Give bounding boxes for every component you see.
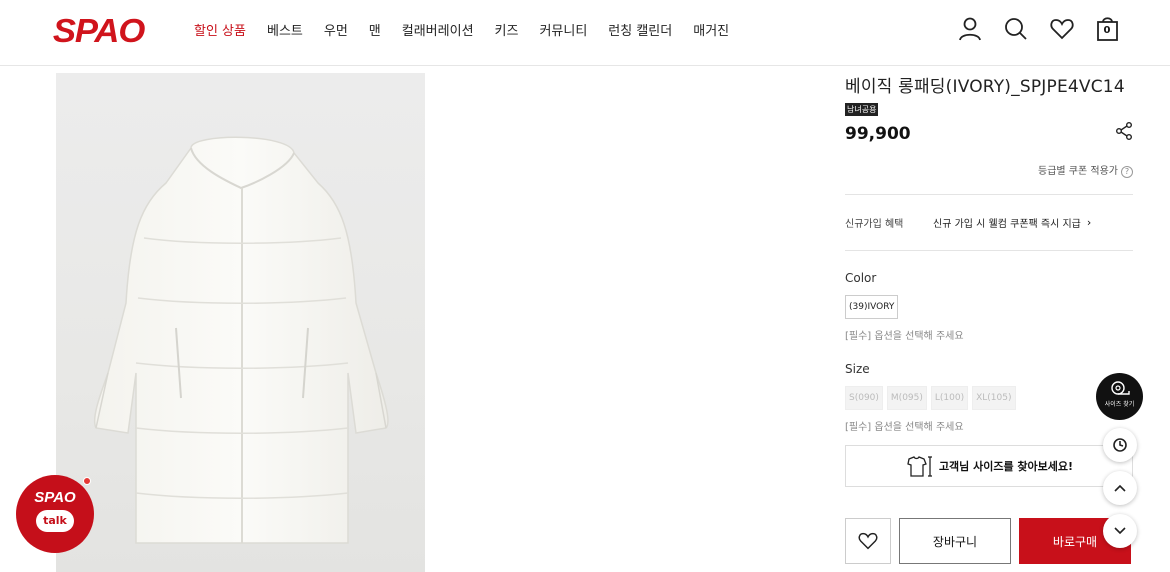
cart-icon[interactable]: 0 <box>1096 16 1120 42</box>
size-finder-button[interactable]: 고객님 사이즈를 찾아보세요! <box>845 445 1133 487</box>
talk-label: talk <box>36 510 74 532</box>
divider <box>845 250 1133 251</box>
size-finder-float-button[interactable]: 사이즈 찾기 <box>1096 373 1143 420</box>
help-icon[interactable]: ? <box>1121 166 1133 178</box>
color-option-ivory[interactable]: (39)IVORY <box>845 295 899 319</box>
chevron-up-icon <box>1114 484 1126 492</box>
site-header: SPAO 할인 상품 베스트 우먼 맨 컬래버레이션 키즈 커뮤니티 런칭 캘린… <box>0 0 1170 66</box>
chevron-right-icon: › <box>1086 216 1092 229</box>
size-finder-label: 고객님 사이즈를 찾아보세요! <box>938 460 1074 473</box>
signup-benefit-row[interactable]: 신규가입 혜택 신규 가입 시 웰컴 쿠폰팩 즉시 지급 › <box>845 195 1133 250</box>
heart-icon <box>858 532 878 550</box>
history-icon <box>1113 438 1127 452</box>
cart-count: 0 <box>1103 25 1111 36</box>
purchase-actions: 장바구니 바로구매 <box>845 518 1131 564</box>
nav-item-best[interactable]: 베스트 <box>267 20 303 39</box>
scroll-top-button[interactable] <box>1103 471 1137 505</box>
product-price: 99,900 <box>845 124 911 144</box>
size-option-l[interactable]: L(100) <box>930 386 969 410</box>
size-option-xl[interactable]: XL(105) <box>972 386 1016 410</box>
scroll-bottom-button[interactable] <box>1103 514 1137 548</box>
chevron-down-icon <box>1114 527 1126 535</box>
size-find-label: 사이즈 찾기 <box>1104 401 1135 408</box>
notification-dot <box>83 477 91 485</box>
main-nav: 할인 상품 베스트 우먼 맨 컬래버레이션 키즈 커뮤니티 런칭 캘린더 매거진 <box>194 20 750 39</box>
benefit-value: 신규 가입 시 웰컴 쿠폰팩 즉시 지급 <box>933 219 1081 230</box>
nav-item-women[interactable]: 우먼 <box>324 20 348 39</box>
nav-item-kids[interactable]: 키즈 <box>495 20 519 39</box>
spao-logo[interactable]: SPAO <box>53 12 145 50</box>
add-to-cart-button[interactable]: 장바구니 <box>899 518 1011 564</box>
header-icons: 0 <box>958 16 1120 42</box>
size-option-m[interactable]: M(095) <box>886 386 927 410</box>
spao-talk-chat-button[interactable]: SPAO talk <box>16 475 94 553</box>
tape-measure-icon <box>1110 381 1130 395</box>
share-icon[interactable] <box>1115 122 1133 140</box>
product-image[interactable] <box>56 73 425 572</box>
unisex-badge: 남녀공용 <box>845 103 879 116</box>
color-options: (39)IVORY <box>845 295 1133 319</box>
nav-item-community[interactable]: 커뮤니티 <box>539 20 587 39</box>
benefit-label: 신규가입 혜택 <box>845 219 904 230</box>
recent-history-button[interactable] <box>1103 428 1137 462</box>
color-required-hint: [필수] 옵션을 선택해 주세요 <box>845 331 964 342</box>
size-options: S(090) M(095) L(100) XL(105) <box>845 386 1133 410</box>
size-label: Size <box>845 362 870 376</box>
nav-item-men[interactable]: 맨 <box>369 20 381 39</box>
shirt-ruler-icon <box>907 456 932 477</box>
nav-item-magazine[interactable]: 매거진 <box>693 20 729 39</box>
user-icon[interactable] <box>958 16 982 42</box>
nav-item-launch-calendar[interactable]: 런칭 캘린더 <box>608 20 672 39</box>
coupon-price-link[interactable]: 등급별 쿠폰 적용가? <box>845 162 1133 178</box>
product-info-panel: 베이직 롱패딩(IVORY)_SPJPE4VC14 남녀공용 99,900 등급… <box>845 70 1133 433</box>
heart-icon[interactable] <box>1050 16 1074 42</box>
color-label: Color <box>845 271 877 285</box>
talk-logo: SPAO <box>34 489 76 506</box>
nav-item-sale[interactable]: 할인 상품 <box>194 20 246 39</box>
size-option-s[interactable]: S(090) <box>845 386 883 410</box>
size-required-hint: [필수] 옵션을 선택해 주세요 <box>845 422 964 433</box>
product-title: 베이직 롱패딩(IVORY)_SPJPE4VC14 <box>845 77 1125 97</box>
search-icon[interactable] <box>1004 16 1028 42</box>
coupon-text: 등급별 쿠폰 적용가 <box>1038 166 1118 177</box>
nav-item-collaboration[interactable]: 컬래버레이션 <box>402 20 474 39</box>
padded-coat-illustration <box>94 136 389 544</box>
wishlist-button[interactable] <box>845 518 891 564</box>
